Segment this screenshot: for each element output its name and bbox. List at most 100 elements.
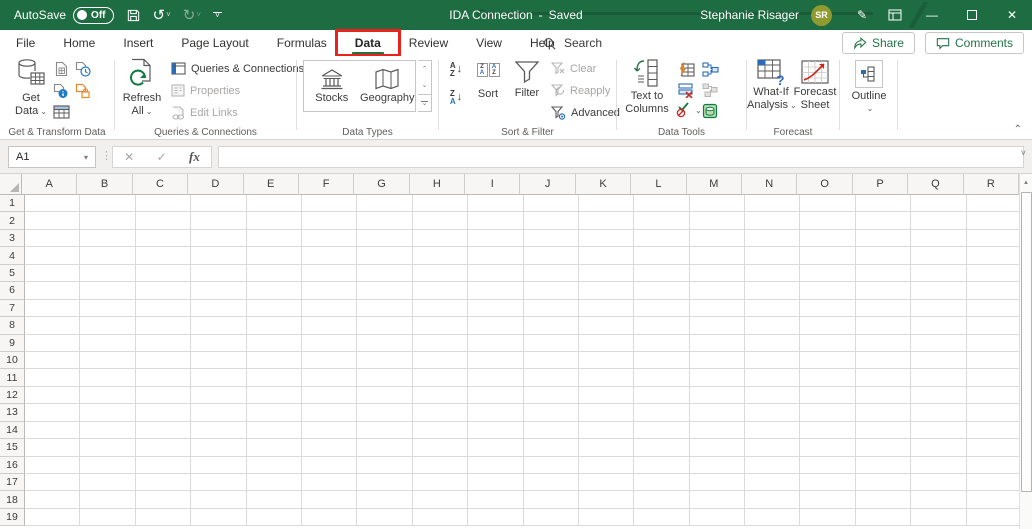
cell-I15[interactable] (468, 439, 524, 457)
insert-function-button[interactable]: fx (189, 149, 200, 165)
cell-F8[interactable] (301, 317, 358, 335)
cell-E17[interactable] (246, 474, 302, 492)
cell-Q10[interactable] (911, 351, 967, 370)
cell-E4[interactable] (246, 247, 302, 265)
cell-R6[interactable] (966, 282, 1019, 300)
row-header-6[interactable]: 6 (0, 282, 25, 300)
row-header-5[interactable]: 5 (0, 264, 25, 283)
cell-C12[interactable] (135, 386, 192, 405)
cell-L6[interactable] (634, 282, 690, 300)
cell-K13[interactable] (578, 404, 635, 422)
cell-E3[interactable] (246, 229, 302, 248)
cell-G3[interactable] (357, 229, 413, 248)
from-table-range-button[interactable] (52, 103, 70, 121)
cell-N6[interactable] (745, 282, 801, 300)
cell-D10[interactable] (191, 351, 247, 370)
cell-B1[interactable] (80, 195, 136, 213)
cell-F1[interactable] (301, 195, 358, 213)
cell-E10[interactable] (246, 351, 302, 370)
cell-G14[interactable] (357, 421, 413, 440)
cell-N5[interactable] (745, 264, 801, 283)
cell-F7[interactable] (301, 299, 358, 318)
cell-I12[interactable] (468, 386, 524, 405)
cell-O5[interactable] (800, 264, 856, 283)
row-header-10[interactable]: 10 (0, 351, 25, 370)
cell-P7[interactable] (855, 299, 912, 318)
tab-home[interactable]: Home (49, 30, 109, 56)
row-header-17[interactable]: 17 (0, 474, 25, 492)
cell-R2[interactable] (966, 212, 1019, 230)
cell-Q16[interactable] (911, 456, 967, 474)
share-button[interactable]: Share (841, 32, 915, 54)
row-header-13[interactable]: 13 (0, 404, 25, 422)
column-header-e[interactable]: E (243, 174, 299, 195)
column-header-l[interactable]: L (631, 174, 687, 195)
cell-L3[interactable] (634, 229, 690, 248)
cell-O16[interactable] (800, 456, 856, 474)
cell-D8[interactable] (191, 317, 247, 335)
cell-M10[interactable] (689, 351, 746, 370)
cell-O8[interactable] (800, 317, 856, 335)
row-header-11[interactable]: 11 (0, 369, 25, 387)
cell-F3[interactable] (301, 229, 358, 248)
sort-descending-button[interactable]: ZA ↓ (445, 89, 467, 107)
undo-button[interactable]: ↺ ˅ (153, 8, 171, 23)
row-header-19[interactable]: 19 (0, 508, 25, 527)
row-header-15[interactable]: 15 (0, 439, 25, 457)
cell-J12[interactable] (523, 386, 579, 405)
cell-P6[interactable] (855, 282, 912, 300)
cell-A5[interactable] (25, 264, 81, 283)
cell-B10[interactable] (80, 351, 136, 370)
tab-file[interactable]: File (2, 30, 49, 56)
formula-input[interactable] (218, 146, 1024, 168)
cell-F13[interactable] (301, 404, 358, 422)
cell-M8[interactable] (689, 317, 746, 335)
row-header-7[interactable]: 7 (0, 299, 25, 318)
cell-G13[interactable] (357, 404, 413, 422)
cell-Q18[interactable] (911, 491, 967, 509)
autosave-toggle[interactable]: AutoSave Off (14, 6, 114, 24)
cell-P18[interactable] (855, 491, 912, 509)
outline-button[interactable]: Outline ⌄ (852, 60, 886, 113)
cell-I6[interactable] (468, 282, 524, 300)
cell-K15[interactable] (578, 439, 635, 457)
cell-B3[interactable] (80, 229, 136, 248)
column-header-b[interactable]: B (77, 174, 133, 195)
column-header-f[interactable]: F (298, 174, 355, 195)
cell-H2[interactable] (412, 212, 469, 230)
flash-fill-button[interactable] (677, 60, 695, 78)
cell-D18[interactable] (191, 491, 247, 509)
search-box[interactable]: Search (543, 30, 602, 56)
cell-K19[interactable] (578, 508, 635, 527)
cell-Q8[interactable] (911, 317, 967, 335)
cell-I11[interactable] (468, 369, 524, 387)
cell-B7[interactable] (80, 299, 136, 318)
cell-N18[interactable] (745, 491, 801, 509)
row-header-1[interactable]: 1 (0, 195, 25, 213)
cell-F14[interactable] (301, 421, 358, 440)
cell-L13[interactable] (634, 404, 690, 422)
cell-P10[interactable] (855, 351, 912, 370)
cell-A16[interactable] (25, 456, 81, 474)
cell-J2[interactable] (523, 212, 579, 230)
stocks-button[interactable]: Stocks (304, 61, 360, 111)
cell-F11[interactable] (301, 369, 358, 387)
cell-I4[interactable] (468, 247, 524, 265)
from-web-button[interactable] (52, 82, 70, 100)
cell-R13[interactable] (966, 404, 1019, 422)
cell-G15[interactable] (357, 439, 413, 457)
cell-M3[interactable] (689, 229, 746, 248)
cell-M17[interactable] (689, 474, 746, 492)
cell-I18[interactable] (468, 491, 524, 509)
cell-C2[interactable] (135, 212, 192, 230)
cell-O1[interactable] (800, 195, 856, 213)
cell-B16[interactable] (80, 456, 136, 474)
cell-I14[interactable] (468, 421, 524, 440)
column-header-d[interactable]: D (188, 174, 244, 195)
cell-D7[interactable] (191, 299, 247, 318)
row-header-3[interactable]: 3 (0, 229, 25, 248)
cell-J16[interactable] (523, 456, 579, 474)
cell-F6[interactable] (301, 282, 358, 300)
cell-A10[interactable] (25, 351, 81, 370)
cell-C3[interactable] (135, 229, 192, 248)
